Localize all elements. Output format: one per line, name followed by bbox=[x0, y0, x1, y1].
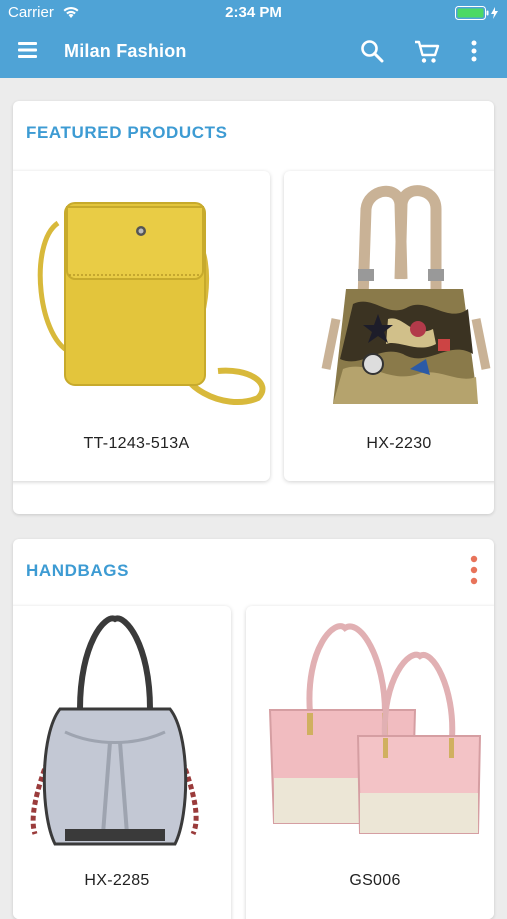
product-tile[interactable]: HX-2285 bbox=[13, 606, 231, 919]
search-icon[interactable] bbox=[360, 39, 384, 63]
featured-products-title: FEATURED PRODUCTS bbox=[26, 123, 228, 142]
more-vertical-icon[interactable] bbox=[470, 555, 478, 585]
product-image-camo-tote bbox=[321, 185, 491, 404]
product-tile[interactable]: GS006 bbox=[246, 606, 494, 919]
product-tile[interactable]: HX-2230 bbox=[284, 171, 494, 481]
cart-icon[interactable] bbox=[414, 39, 440, 65]
product-image-crossbody-bag bbox=[37, 202, 266, 405]
product-image-bucket-bag bbox=[30, 615, 199, 846]
battery-icon bbox=[455, 6, 498, 20]
product-code: HX-2230 bbox=[366, 435, 432, 452]
more-vertical-icon[interactable] bbox=[470, 39, 478, 63]
handbags-title: HANDBAGS bbox=[26, 561, 130, 580]
status-time: 2:34 PM bbox=[225, 4, 282, 21]
app-title: Milan Fashion bbox=[64, 41, 187, 61]
handbags-card: HANDBAGS HX-2285 GS006 bbox=[13, 539, 494, 919]
app-bar: Milan Fashion bbox=[0, 26, 507, 78]
product-image-pink-tote-set bbox=[268, 623, 482, 834]
product-tile[interactable]: TT-1243-513A bbox=[13, 171, 270, 481]
featured-products-card: FEATURED PRODUCTS TT-1243-513A HX-2230 bbox=[13, 101, 494, 514]
status-bar: Carrier 2:34 PM bbox=[0, 0, 507, 26]
menu-icon[interactable] bbox=[18, 40, 38, 60]
product-code: HX-2285 bbox=[84, 872, 150, 889]
product-code: TT-1243-513A bbox=[83, 435, 190, 452]
product-code: GS006 bbox=[349, 872, 401, 889]
